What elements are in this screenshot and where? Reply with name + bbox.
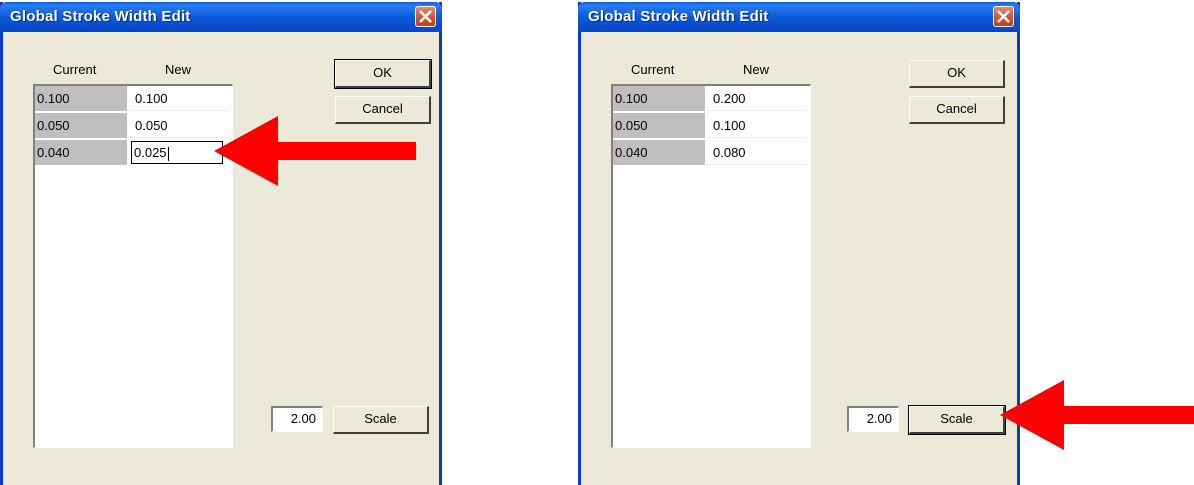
current-width-cell: 0.050 [613, 113, 705, 138]
list-row[interactable]: 0.050 0.100 [613, 113, 810, 140]
stroke-width-dialog-before: Global Stroke Width Edit Current New 0.1… [0, 2, 442, 485]
column-header-new: New [165, 62, 192, 77]
dialog-title: Global Stroke Width Edit [10, 8, 191, 25]
red-arrow-icon [214, 116, 416, 186]
column-header-new: New [743, 62, 770, 77]
dialog-title: Global Stroke Width Edit [588, 8, 769, 25]
current-width-cell: 0.050 [35, 113, 127, 138]
annotation-arrow-shape [1000, 380, 1194, 450]
stroke-width-dialog-after: Global Stroke Width Edit Current New 0.1… [578, 2, 1020, 485]
scale-factor-input[interactable]: 2.00 [847, 406, 899, 432]
new-width-cell[interactable]: 0.080 [707, 140, 807, 165]
annotation-arrow-shape [214, 116, 416, 186]
stroke-width-list[interactable]: 0.100 0.200 0.050 0.100 0.040 0.080 [611, 84, 811, 448]
current-width-cell: 0.100 [613, 86, 705, 111]
list-row[interactable]: 0.100 0.200 [613, 86, 810, 113]
new-width-cell[interactable]: 0.100 [129, 86, 229, 111]
column-header-current: Current [631, 62, 675, 77]
list-row[interactable]: 0.040 0.025 [35, 140, 232, 167]
title-bar[interactable]: Global Stroke Width Edit [0, 2, 442, 32]
cancel-button[interactable]: Cancel [909, 96, 1005, 124]
current-width-cell: 0.040 [613, 140, 705, 165]
list-row[interactable]: 0.040 0.080 [613, 140, 810, 167]
scale-button[interactable]: Scale [908, 405, 1006, 435]
new-width-edit-field[interactable]: 0.025 [131, 141, 223, 164]
close-x-icon [419, 10, 432, 23]
current-width-cell: 0.040 [35, 140, 127, 165]
scale-factor-input[interactable]: 2.00 [271, 406, 323, 432]
new-width-cell[interactable]: 0.200 [707, 86, 807, 111]
close-x-icon [997, 10, 1010, 23]
list-row[interactable]: 0.100 0.100 [35, 86, 232, 113]
red-arrow-icon [1000, 380, 1194, 450]
new-width-cell[interactable]: 0.100 [707, 113, 807, 138]
close-button[interactable] [993, 6, 1014, 27]
list-row[interactable]: 0.050 0.050 [35, 113, 232, 140]
ok-button[interactable]: OK [909, 60, 1005, 88]
stroke-width-list[interactable]: 0.100 0.100 0.050 0.050 0.040 0.025 [33, 84, 233, 448]
text-caret [167, 146, 169, 161]
scale-button[interactable]: Scale [333, 406, 429, 434]
column-header-current: Current [53, 62, 97, 77]
close-button[interactable] [415, 6, 436, 27]
ok-button[interactable]: OK [334, 59, 432, 89]
current-width-cell: 0.100 [35, 86, 127, 111]
edit-field-value: 0.025 [134, 145, 167, 160]
title-bar[interactable]: Global Stroke Width Edit [578, 2, 1020, 32]
